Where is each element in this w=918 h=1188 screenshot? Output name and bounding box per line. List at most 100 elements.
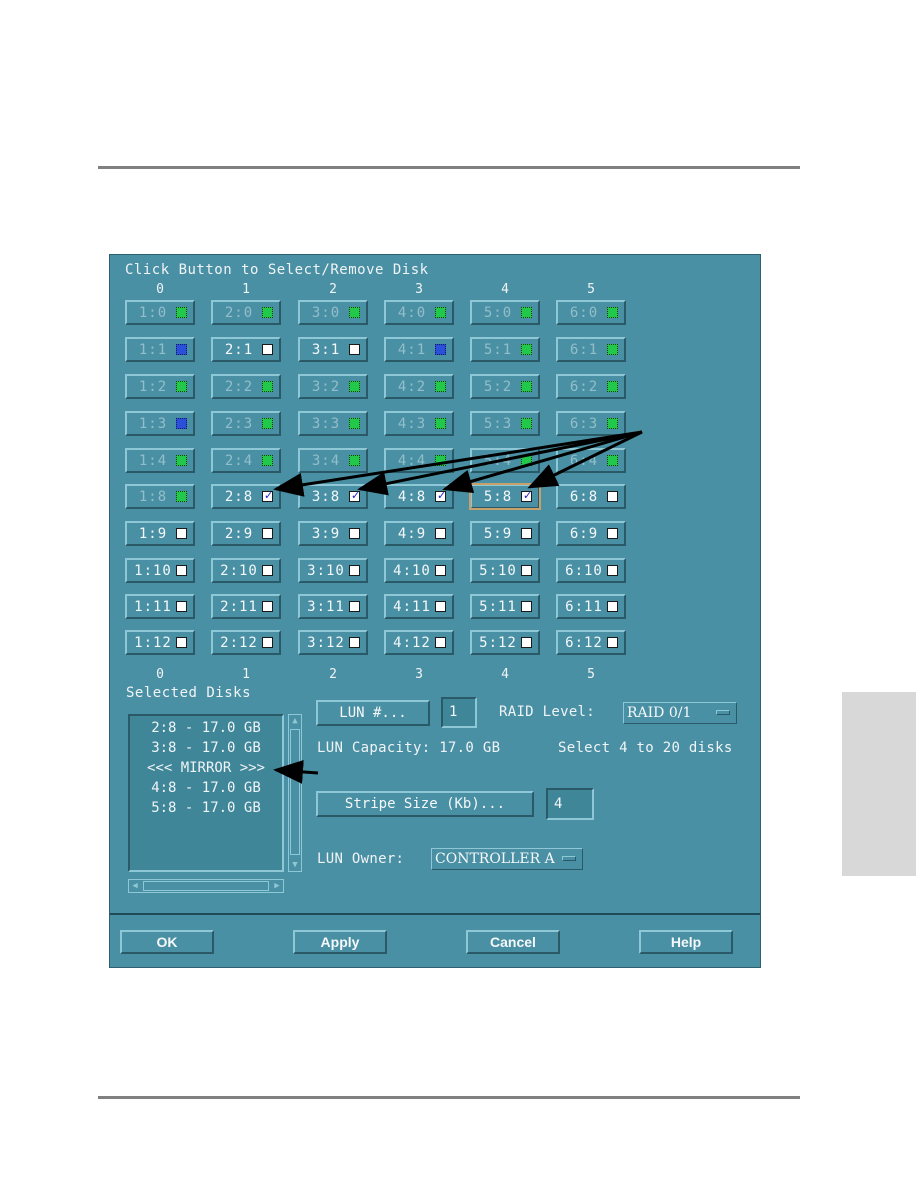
disk-button-3-11[interactable]: 3:11 [298,594,368,619]
disk-button-6-12[interactable]: 6:12 [556,630,626,655]
disk-in-use-green-icon [607,455,618,466]
scroll-right-icon[interactable]: ▶ [271,880,283,892]
disk-button-3-9[interactable]: 3:9 [298,521,368,546]
checkbox-checked-icon [521,489,532,502]
disk-button-2-12[interactable]: 2:12 [211,630,281,655]
checkbox-empty-icon [521,565,532,576]
raid-level-value: RAID 0/1 [627,705,692,721]
disk-label: 4:11 [393,599,431,615]
list-item[interactable]: 4:8 - 17.0 GB [130,780,282,796]
disk-button-5-10[interactable]: 5:10 [470,558,540,583]
disk-button-5-12[interactable]: 5:12 [470,630,540,655]
disk-button-2-8[interactable]: 2:8 [211,484,281,509]
checkbox-empty-icon [349,601,360,612]
scroll-down-icon[interactable]: ▼ [289,859,301,871]
list-item[interactable]: 5:8 - 17.0 GB [130,800,282,816]
list-item[interactable]: 2:8 - 17.0 GB [130,720,282,736]
disk-button-4-12[interactable]: 4:12 [384,630,454,655]
checkbox-checked-icon [349,489,360,502]
disk-button-4-4: 4:4 [384,448,454,473]
disk-button-1-8: 1:8 [125,484,195,509]
checkbox-empty-icon [349,344,360,355]
disk-button-2-10[interactable]: 2:10 [211,558,281,583]
disk-in-use-green-icon [435,455,446,466]
disk-button-2-1[interactable]: 2:1 [211,337,281,362]
disk-label: 4:0 [397,305,427,321]
disk-button-6-11[interactable]: 6:11 [556,594,626,619]
raid-level-dropdown[interactable]: RAID 0/1 [623,702,737,724]
disk-button-3-12[interactable]: 3:12 [298,630,368,655]
disk-button-1-10[interactable]: 1:10 [125,558,195,583]
disk-button-1-11[interactable]: 1:11 [125,594,195,619]
disk-label: 2:8 [224,489,254,505]
disk-button-1-9[interactable]: 1:9 [125,521,195,546]
disk-label: 5:11 [479,599,517,615]
scroll-left-icon[interactable]: ◀ [129,880,141,892]
disk-button-2-2: 2:2 [211,374,281,399]
apply-button[interactable]: Apply [293,930,387,954]
disk-button-6-3: 6:3 [556,411,626,436]
column-label-bottom: 1 [242,667,250,682]
disk-button-5-3: 5:3 [470,411,540,436]
lun-owner-dropdown[interactable]: CONTROLLER A [431,848,583,870]
horizontal-scrollbar[interactable]: ◀ ▶ [128,879,284,893]
disk-label: 3:12 [307,635,345,651]
disk-button-4-11[interactable]: 4:11 [384,594,454,619]
disk-in-use-green-icon [262,418,273,429]
disk-button-5-8[interactable]: 5:8 [469,483,541,510]
lun-number-button[interactable]: LUN #... [316,700,430,726]
disk-button-6-9[interactable]: 6:9 [556,521,626,546]
disk-button-6-8[interactable]: 6:8 [556,484,626,509]
lun-number-input[interactable]: 1 [441,697,477,728]
disk-button-5-11[interactable]: 5:11 [470,594,540,619]
disk-button-1-12[interactable]: 1:12 [125,630,195,655]
disk-button-6-10[interactable]: 6:10 [556,558,626,583]
checkbox-empty-icon [607,491,618,502]
stripe-size-button[interactable]: Stripe Size (Kb)... [316,791,534,817]
column-label-top: 4 [501,282,509,297]
list-item[interactable]: 3:8 - 17.0 GB [130,740,282,756]
disk-button-4-9[interactable]: 4:9 [384,521,454,546]
checkbox-empty-icon [176,637,187,648]
disk-button-3-1[interactable]: 3:1 [298,337,368,362]
disk-label: 6:8 [569,489,599,505]
raid-level-label: RAID Level: [499,704,596,720]
vertical-scrollbar[interactable]: ▲ ▼ [288,714,302,872]
disk-label: 6:2 [569,379,599,395]
checkbox-empty-icon [435,528,446,539]
disk-label: 5:10 [479,563,517,579]
stripe-size-input[interactable]: 4 [546,788,594,820]
disk-label: 6:12 [565,635,603,651]
disk-label: 5:9 [483,526,513,542]
scroll-up-icon[interactable]: ▲ [289,715,301,727]
disk-label: 4:12 [393,635,431,651]
column-label-top: 3 [415,282,423,297]
disk-button-5-9[interactable]: 5:9 [470,521,540,546]
selected-disks-list[interactable]: 2:8 - 17.0 GB 3:8 - 17.0 GB <<< MIRROR >… [128,714,284,872]
disk-button-2-9[interactable]: 2:9 [211,521,281,546]
disk-button-4-2: 4:2 [384,374,454,399]
ok-button[interactable]: OK [120,930,214,954]
vertical-scroll-thumb[interactable] [290,729,300,855]
horizontal-scroll-thumb[interactable] [143,881,269,891]
disk-label: 4:1 [397,342,427,358]
disk-button-3-10[interactable]: 3:10 [298,558,368,583]
disk-button-4-0: 4:0 [384,300,454,325]
help-button[interactable]: Help [639,930,733,954]
disk-button-4-8[interactable]: 4:8 [384,484,454,509]
disk-in-use-green-icon [262,307,273,318]
disk-button-3-8[interactable]: 3:8 [298,484,368,509]
disk-label: 3:8 [311,489,341,505]
disk-label: 3:9 [311,526,341,542]
disk-in-use-green-icon [521,344,532,355]
cancel-button[interactable]: Cancel [466,930,560,954]
checkbox-empty-icon [176,565,187,576]
disk-button-4-10[interactable]: 4:10 [384,558,454,583]
checkbox-empty-icon [349,565,360,576]
disk-label: 2:3 [224,416,254,432]
column-label-bottom: 0 [156,667,164,682]
disk-in-use-green-icon [349,307,360,318]
checkbox-empty-icon [607,601,618,612]
disk-label: 1:4 [138,453,168,469]
disk-button-2-11[interactable]: 2:11 [211,594,281,619]
